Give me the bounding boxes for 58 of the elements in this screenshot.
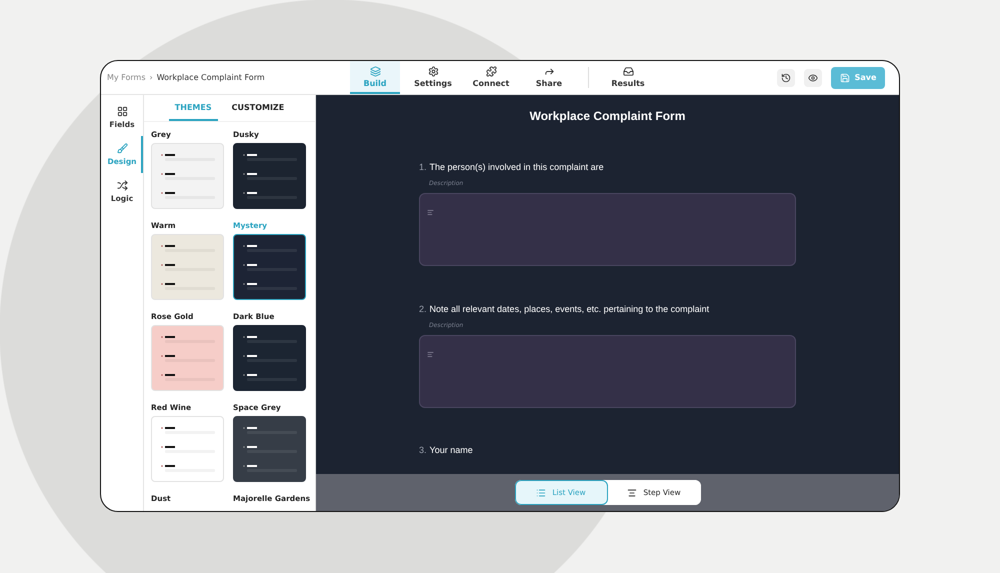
list-icon — [536, 488, 546, 498]
puzzle-icon — [486, 66, 496, 76]
question-line-drawing — [242, 172, 297, 180]
nav-tab[interactable]: Results — [603, 61, 653, 94]
grid-icon — [116, 106, 128, 117]
text-lines-icon — [427, 209, 434, 216]
question-line-drawing — [160, 153, 215, 161]
answer-box[interactable] — [419, 193, 796, 266]
question-line-drawing — [160, 263, 215, 271]
answer-box[interactable] — [419, 335, 796, 408]
question-number: 2. — [419, 304, 427, 314]
question-line-drawing — [242, 191, 297, 199]
question-text: Your name — [430, 445, 473, 455]
settings-icon — [428, 66, 438, 76]
question-line-drawing — [160, 464, 215, 472]
breadcrumb-separator: › — [150, 73, 153, 82]
question-line-drawing — [160, 282, 215, 290]
question-text: The person(s) involved in this complaint are — [430, 162, 604, 172]
layers-icon — [370, 66, 380, 76]
panel-tab[interactable]: CUSTOMIZE — [226, 95, 290, 121]
question-line-drawing — [242, 263, 297, 271]
question-line-drawing — [160, 191, 215, 199]
text-lines-icon — [427, 351, 434, 358]
shuffle-icon — [116, 180, 128, 191]
question-line-drawing — [242, 426, 297, 434]
question-line-drawing — [242, 282, 297, 290]
question-line-drawing — [160, 426, 215, 434]
question-line-drawing — [160, 445, 215, 453]
history-button[interactable] — [777, 68, 795, 86]
question-line-drawing — [242, 373, 297, 381]
question-text: Note all relevant dates, places, events, etc. pertaining to the complaint — [430, 304, 710, 314]
brush-icon — [116, 143, 128, 154]
preview-button[interactable] — [804, 68, 822, 86]
nav-tab[interactable]: Connect — [466, 61, 516, 94]
inbox-icon — [622, 66, 634, 76]
history-icon — [781, 72, 791, 82]
question-number: 3. — [419, 445, 427, 455]
question-line-drawing — [160, 244, 215, 252]
question-line-drawing — [242, 244, 297, 252]
breadcrumb-link[interactable]: My Forms — [107, 73, 146, 82]
question-line-drawing — [242, 335, 297, 343]
question-line-drawing — [242, 445, 297, 453]
question-line-drawing — [242, 153, 297, 161]
question-line-drawing — [242, 354, 297, 362]
breadcrumb-current: Workplace Complaint Form — [156, 73, 265, 82]
question-line-drawing — [160, 335, 215, 343]
nav-tab[interactable]: Share — [524, 61, 574, 94]
question-line-drawing — [160, 354, 215, 362]
question-number: 1. — [419, 162, 427, 172]
question-line-drawing — [160, 172, 215, 180]
question-line-drawing — [160, 373, 215, 381]
eye-icon — [808, 72, 818, 82]
nav-tab[interactable]: Settings — [408, 61, 458, 94]
steps-icon — [627, 488, 638, 498]
form-title: Workplace Complaint Form — [530, 109, 686, 123]
question-line-drawing — [242, 464, 297, 472]
share-icon — [544, 66, 554, 76]
theme-preview[interactable] — [233, 234, 306, 300]
